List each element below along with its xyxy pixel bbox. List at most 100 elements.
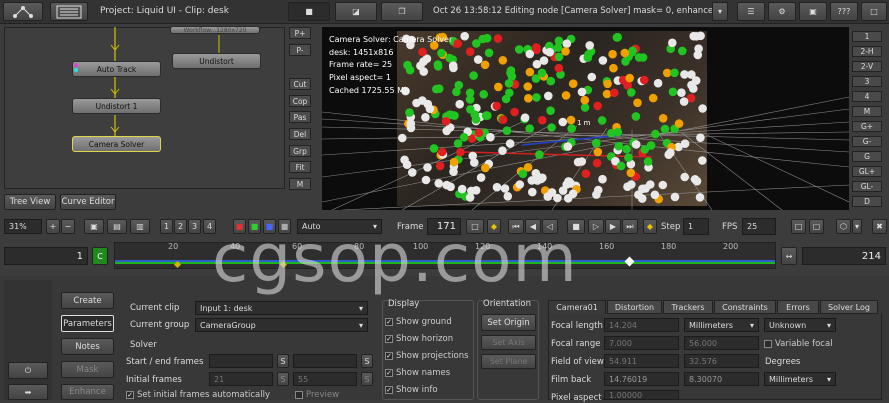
focal-range-b[interactable]: 56.000	[684, 336, 759, 350]
tab-solver-log[interactable]: Solver Log	[820, 300, 878, 314]
track-point[interactable]	[480, 60, 490, 70]
track-point[interactable]	[670, 192, 680, 202]
dropdown-icon[interactable]: ▾	[712, 2, 728, 21]
track-point[interactable]	[625, 73, 634, 83]
start-frame-input[interactable]	[209, 354, 273, 368]
p-minus-button[interactable]: P-	[289, 44, 311, 56]
stop-icon[interactable]: ■	[567, 219, 585, 234]
mode-select[interactable]: Auto ▾	[297, 219, 382, 234]
track-point[interactable]	[658, 114, 668, 123]
track-point[interactable]	[597, 116, 607, 125]
track-point[interactable]	[563, 142, 573, 151]
tab-errors[interactable]: Errors	[777, 300, 819, 314]
track-point[interactable]	[678, 46, 687, 56]
show-projections-checkbox[interactable]: ✓ Show projections	[385, 351, 469, 361]
track-point[interactable]	[476, 173, 486, 182]
track-point[interactable]	[622, 144, 631, 154]
track-point[interactable]	[583, 53, 593, 62]
view-m-button[interactable]: M	[852, 106, 882, 117]
crop-view-icon[interactable]: ▥	[130, 219, 150, 234]
track-point[interactable]	[648, 93, 658, 103]
cut-button[interactable]: Cut	[289, 78, 311, 90]
node-undistort-1[interactable]: Undistort 1	[72, 98, 161, 114]
track-point[interactable]	[687, 70, 696, 79]
track-point[interactable]	[434, 179, 443, 188]
track-point[interactable]	[608, 49, 617, 59]
track-point[interactable]	[498, 56, 508, 65]
track-point[interactable]	[577, 157, 587, 166]
track-point[interactable]	[668, 87, 678, 97]
track-point[interactable]	[613, 127, 623, 137]
track-point[interactable]	[429, 144, 439, 153]
track-point[interactable]	[481, 163, 490, 173]
track-point[interactable]	[640, 145, 650, 154]
node-auto-track[interactable]: Auto Track	[72, 61, 161, 77]
track-point[interactable]	[580, 95, 590, 105]
loop-icon[interactable]: □	[791, 219, 806, 234]
track-point[interactable]	[501, 94, 511, 104]
track-point[interactable]	[653, 78, 663, 88]
show-ground-checkbox[interactable]: ✓ Show ground	[385, 317, 452, 327]
track-point[interactable]	[465, 47, 475, 56]
track-point[interactable]	[593, 147, 603, 157]
track-point[interactable]	[695, 193, 705, 202]
track-point[interactable]	[539, 56, 549, 65]
menu-notes[interactable]: Notes	[61, 338, 114, 355]
track-point[interactable]	[558, 117, 568, 127]
copy-icon[interactable]: ❐	[381, 2, 423, 21]
tab-constraints[interactable]: Constraints	[714, 300, 776, 314]
track-point[interactable]	[587, 72, 597, 82]
track-point[interactable]	[626, 168, 636, 178]
track-point[interactable]	[474, 128, 484, 138]
track-point[interactable]	[525, 124, 534, 133]
cube-icon[interactable]: ⬡	[836, 219, 851, 234]
set-axis-button[interactable]: Set Axis	[481, 335, 536, 350]
grid-button[interactable]: G	[852, 151, 882, 162]
frame-view-icon[interactable]: ▤	[107, 219, 127, 234]
track-point[interactable]	[492, 101, 501, 111]
track-point[interactable]	[523, 163, 533, 172]
track-point[interactable]	[585, 41, 594, 50]
zoom-in-button[interactable]: +	[46, 219, 60, 234]
track-point[interactable]	[525, 67, 535, 77]
track-point[interactable]	[634, 53, 644, 62]
frame-field[interactable]: 171	[427, 218, 461, 235]
track-point[interactable]	[532, 43, 541, 52]
clip-icon[interactable]: ◪	[335, 2, 377, 21]
track-point[interactable]	[493, 34, 503, 43]
current-clip-select[interactable]: Input 1: desk ▾	[195, 301, 368, 315]
track-point[interactable]	[435, 161, 445, 171]
p-plus-button[interactable]: P+	[289, 27, 311, 39]
track-point[interactable]	[568, 189, 578, 199]
track-point[interactable]	[561, 91, 571, 100]
node-graph-icon[interactable]	[3, 2, 43, 21]
view-4-button[interactable]: 4	[852, 91, 882, 102]
grid-line-minus-button[interactable]: GL-	[852, 181, 882, 192]
track-point[interactable]	[594, 185, 603, 195]
track-point[interactable]	[553, 43, 563, 52]
copy-button[interactable]: Cop	[289, 95, 311, 107]
view-3-button[interactable]: 3	[852, 76, 882, 87]
window-icon[interactable]: □	[861, 2, 887, 21]
show-horizon-checkbox[interactable]: ✓ Show horizon	[385, 334, 453, 344]
link-icon[interactable]: ⏻	[8, 362, 48, 379]
track-point[interactable]	[558, 186, 568, 195]
tab-curve-editor[interactable]: Curve Editor	[60, 194, 116, 210]
paste-button[interactable]: Pas	[289, 111, 311, 123]
track-point[interactable]	[421, 175, 431, 185]
track-point[interactable]	[698, 156, 707, 165]
track-point[interactable]	[677, 88, 686, 97]
track-point[interactable]	[680, 172, 689, 182]
track-point[interactable]	[674, 119, 684, 128]
track-point[interactable]	[405, 108, 414, 117]
track-point[interactable]	[564, 177, 573, 186]
track-point[interactable]	[592, 158, 602, 168]
camera-icon[interactable]: ■	[288, 2, 330, 21]
fit-view-icon[interactable]: ▣	[84, 219, 104, 234]
red-swatch-button[interactable]: ■	[233, 219, 246, 234]
track-point[interactable]	[616, 161, 626, 171]
track-point[interactable]	[449, 167, 458, 176]
menu-icon[interactable]: ☰	[737, 2, 765, 21]
end-frame-field[interactable]: 214	[802, 247, 886, 265]
track-point[interactable]	[554, 63, 564, 73]
